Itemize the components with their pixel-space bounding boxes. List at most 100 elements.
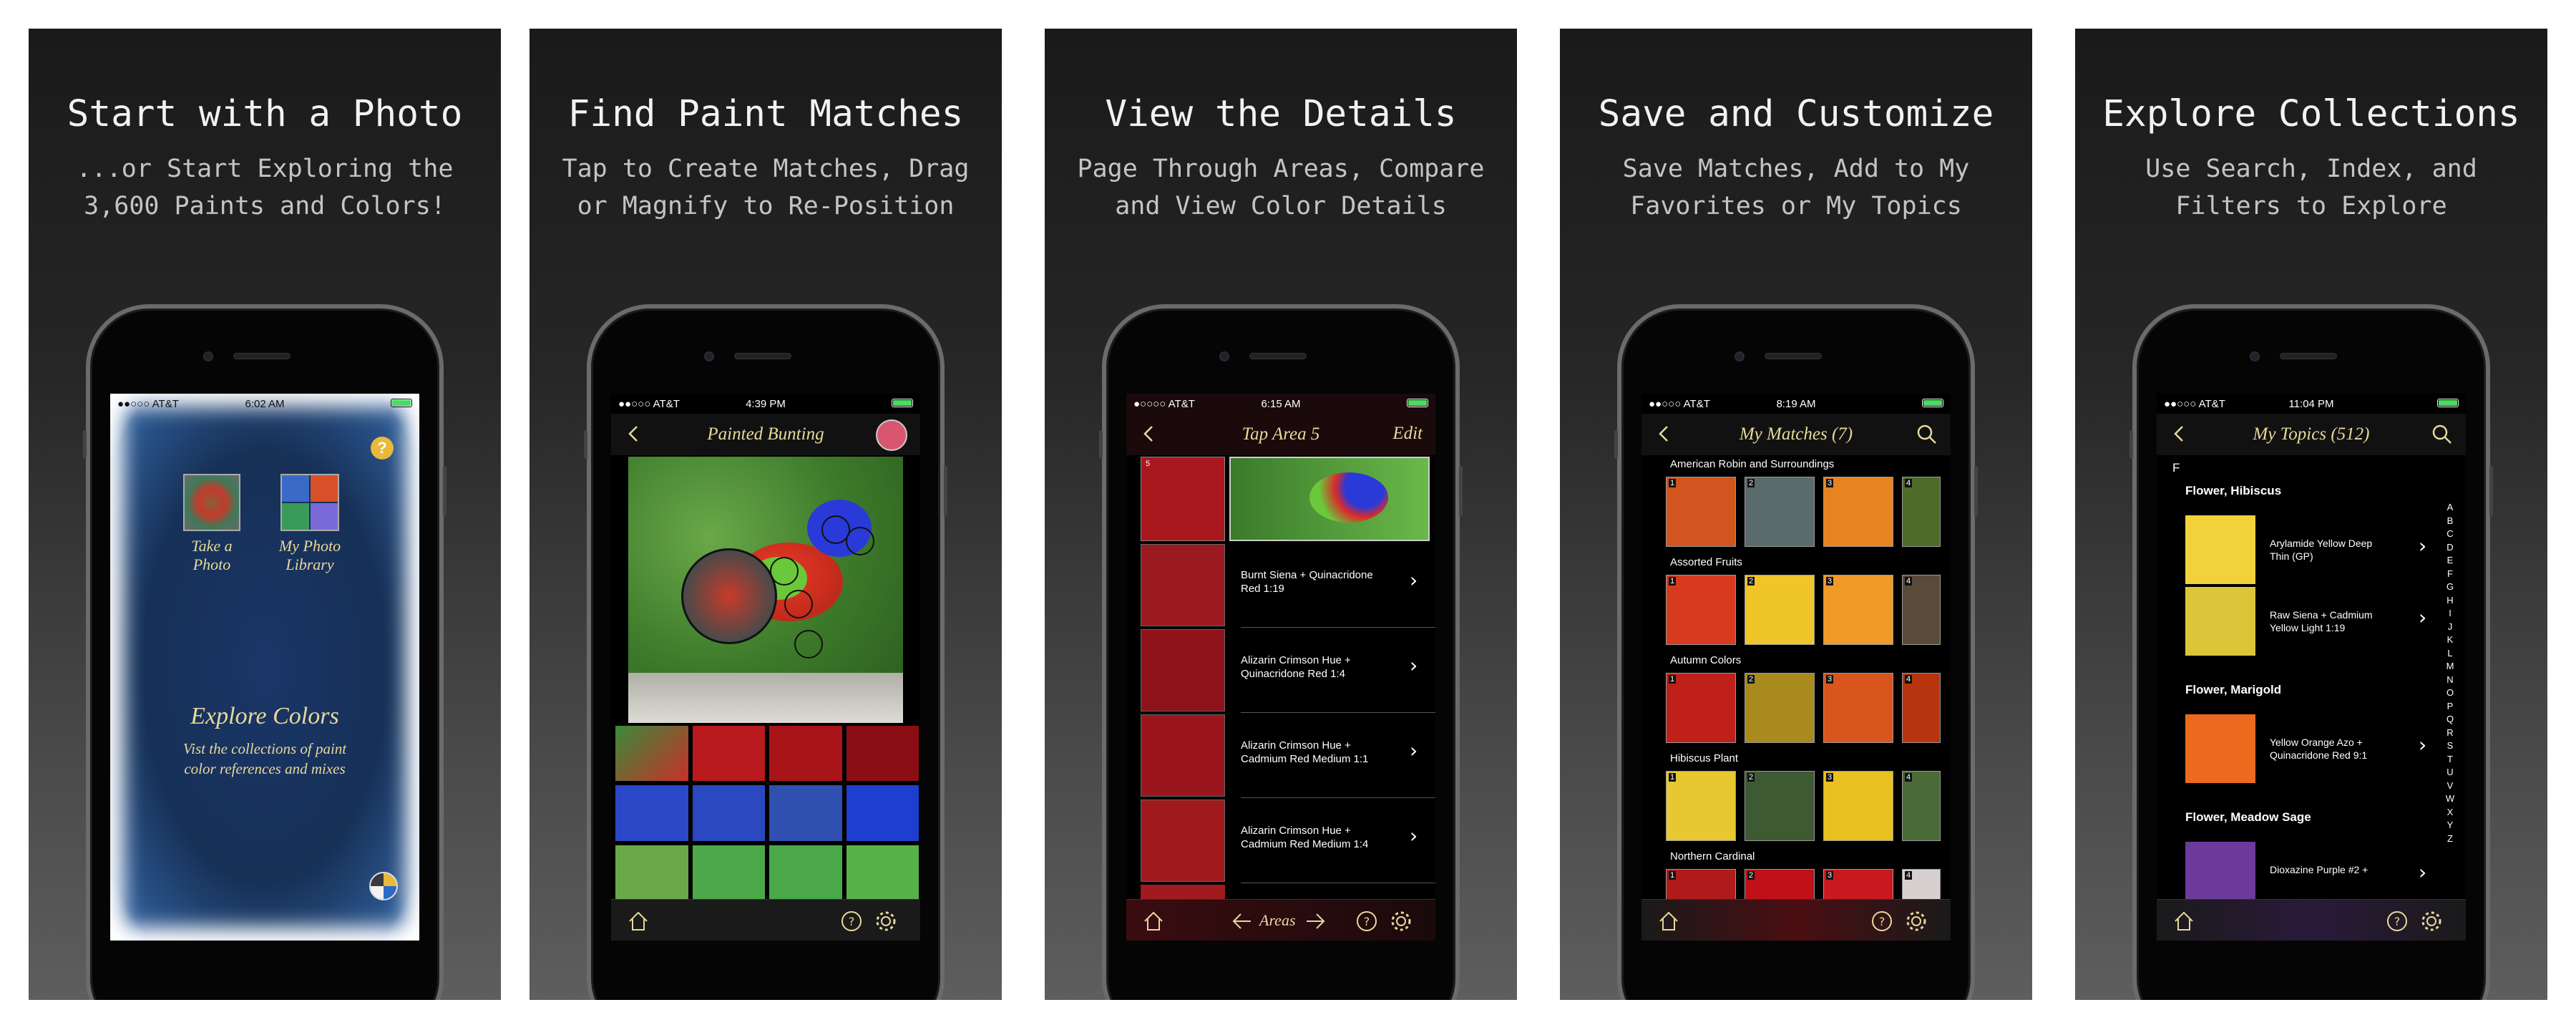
- index-letter-item[interactable]: T: [2444, 753, 2456, 767]
- match-tile[interactable]: 3: [1823, 673, 1893, 743]
- explore-colors-button[interactable]: Explore Colors Vist the collections of p…: [110, 703, 419, 779]
- bird-photo[interactable]: [628, 457, 903, 723]
- back-chevron-icon[interactable]: [1139, 424, 1159, 444]
- chevron-right-icon[interactable]: ›: [1410, 654, 1418, 677]
- index-letter-item[interactable]: J: [2444, 621, 2456, 634]
- home-icon[interactable]: [1142, 910, 1165, 933]
- index-letter-item[interactable]: H: [2444, 594, 2456, 608]
- match-tile[interactable]: 3: [1823, 575, 1893, 645]
- index-letter-item[interactable]: P: [2444, 700, 2456, 714]
- topic-swatch[interactable]: [2185, 714, 2255, 783]
- tile-number: 2: [1747, 479, 1755, 487]
- index-letter-item[interactable]: K: [2444, 633, 2456, 647]
- topic-item-label[interactable]: Dioxazine Purple #2 +: [2270, 863, 2413, 876]
- home-icon[interactable]: [1657, 910, 1680, 933]
- edit-button[interactable]: Edit: [1392, 424, 1423, 444]
- match-tile[interactable]: 3: [1823, 477, 1893, 547]
- index-letter-item[interactable]: X: [2444, 806, 2456, 820]
- index-letter-item[interactable]: W: [2444, 792, 2456, 806]
- match-tile[interactable]: 1: [1666, 477, 1736, 547]
- index-letter-item[interactable]: F: [2444, 568, 2456, 581]
- help-icon[interactable]: ?: [2386, 910, 2409, 933]
- detail-row-label[interactable]: Alizarin Crimson Hue + Cadmium Red Mediu…: [1241, 824, 1398, 851]
- arrow-left-icon[interactable]: [1231, 911, 1254, 931]
- camera: [1735, 351, 1745, 361]
- chevron-right-icon[interactable]: ›: [2419, 733, 2426, 757]
- index-letter-item[interactable]: Y: [2444, 819, 2456, 832]
- match-tile[interactable]: 4: [1902, 575, 1941, 645]
- back-chevron-icon[interactable]: [2170, 424, 2190, 444]
- help-icon[interactable]: ?: [1870, 910, 1893, 933]
- index-letter-item[interactable]: M: [2444, 660, 2456, 674]
- chevron-right-icon[interactable]: ›: [1410, 824, 1418, 847]
- match-tile[interactable]: 3: [1823, 771, 1893, 841]
- home-icon[interactable]: [2172, 910, 2195, 933]
- index-letter-item[interactable]: R: [2444, 727, 2456, 740]
- match-marker[interactable]: [846, 527, 874, 555]
- match-tile[interactable]: 2: [1745, 575, 1815, 645]
- match-tile[interactable]: 4: [1902, 477, 1941, 547]
- search-icon[interactable]: [1916, 424, 1938, 445]
- back-chevron-icon[interactable]: [1654, 424, 1674, 444]
- color-wheel-icon[interactable]: [369, 872, 398, 900]
- topic-item-label[interactable]: Arylamide Yellow Deep Thin (GP): [2270, 537, 2413, 563]
- take-photo-button[interactable]: Take a Photo: [183, 474, 240, 574]
- index-letter-item[interactable]: O: [2444, 686, 2456, 700]
- home-icon[interactable]: [627, 910, 650, 933]
- arrow-right-icon[interactable]: [1304, 911, 1327, 931]
- match-tile[interactable]: 1: [1666, 771, 1736, 841]
- match-marker[interactable]: [770, 557, 799, 586]
- gear-icon[interactable]: [2420, 910, 2443, 933]
- match-tile[interactable]: 1: [1666, 673, 1736, 743]
- index-letter-item[interactable]: Z: [2444, 832, 2456, 846]
- index-letter-item[interactable]: Q: [2444, 713, 2456, 727]
- chevron-right-icon[interactable]: ›: [2419, 860, 2426, 884]
- alphabet-index[interactable]: ABCDEFGHIJKLMNOPQRSTUVWXYZ: [2444, 501, 2456, 845]
- topic-item-label[interactable]: Yellow Orange Azo + Quinacridone Red 9:1: [2270, 736, 2413, 762]
- back-chevron-icon[interactable]: [624, 424, 644, 444]
- match-marker[interactable]: [794, 630, 823, 659]
- index-letter-item[interactable]: N: [2444, 674, 2456, 687]
- match-tile[interactable]: 4: [1902, 673, 1941, 743]
- current-swatch[interactable]: [876, 419, 907, 451]
- index-letter-item[interactable]: D: [2444, 541, 2456, 555]
- chevron-right-icon[interactable]: ›: [2419, 534, 2426, 558]
- index-letter-item[interactable]: E: [2444, 554, 2456, 568]
- index-letter-item[interactable]: V: [2444, 779, 2456, 793]
- magnifier-loupe[interactable]: [681, 548, 777, 644]
- search-icon[interactable]: [2431, 424, 2453, 445]
- match-tile[interactable]: 2: [1745, 477, 1815, 547]
- help-button[interactable]: ?: [371, 437, 394, 460]
- index-letter-item[interactable]: L: [2444, 647, 2456, 661]
- index-letter-item[interactable]: A: [2444, 501, 2456, 515]
- row-divider: [1241, 797, 1435, 798]
- topic-item-label[interactable]: Raw Siena + Cadmium Yellow Light 1:19: [2270, 608, 2413, 634]
- topic-swatch[interactable]: [2185, 515, 2255, 584]
- match-tile[interactable]: 4: [1902, 771, 1941, 841]
- gear-icon[interactable]: [1390, 910, 1413, 933]
- photo-library-button[interactable]: My Photo Library: [278, 474, 342, 574]
- match-marker[interactable]: [784, 590, 813, 618]
- match-tile[interactable]: 1: [1666, 575, 1736, 645]
- chevron-right-icon[interactable]: ›: [2419, 606, 2426, 629]
- chevron-right-icon[interactable]: ›: [1410, 568, 1418, 592]
- index-letter-item[interactable]: I: [2444, 607, 2456, 621]
- area-thumbnail[interactable]: [1229, 457, 1430, 541]
- gear-icon[interactable]: [874, 910, 897, 933]
- topic-swatch[interactable]: [2185, 587, 2255, 656]
- chevron-right-icon[interactable]: ›: [1410, 739, 1418, 762]
- detail-swatch: [1141, 800, 1225, 882]
- help-icon[interactable]: ?: [1355, 910, 1378, 933]
- help-icon[interactable]: ?: [840, 910, 863, 933]
- detail-row-label[interactable]: Alizarin Crimson Hue + Cadmium Red Mediu…: [1241, 739, 1398, 766]
- index-letter-item[interactable]: U: [2444, 766, 2456, 779]
- match-tile[interactable]: 2: [1745, 673, 1815, 743]
- index-letter-item[interactable]: C: [2444, 528, 2456, 541]
- index-letter-item[interactable]: B: [2444, 515, 2456, 528]
- index-letter-item[interactable]: G: [2444, 580, 2456, 594]
- detail-row-label[interactable]: Burnt Siena + Quinacridone Red 1:19: [1241, 568, 1398, 596]
- index-letter-item[interactable]: S: [2444, 739, 2456, 753]
- gear-icon[interactable]: [1905, 910, 1928, 933]
- detail-row-label[interactable]: Alizarin Crimson Hue + Quinacridone Red …: [1241, 654, 1398, 681]
- match-tile[interactable]: 2: [1745, 771, 1815, 841]
